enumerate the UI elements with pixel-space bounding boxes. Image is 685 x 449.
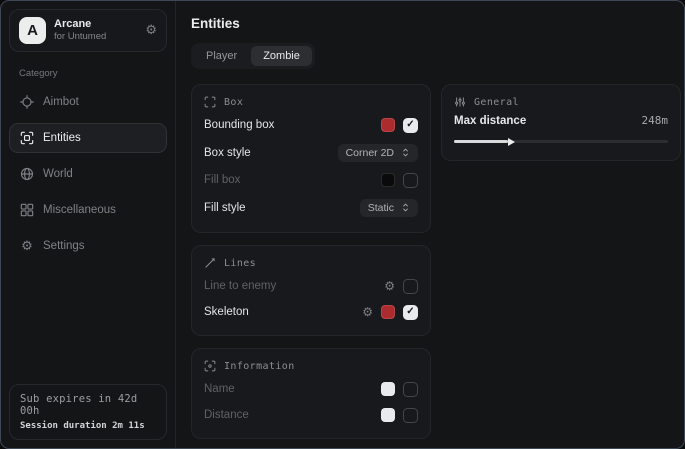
- card-title: Information: [224, 361, 295, 372]
- sidebar: A Arcane for Untumed ⚙ Category Aimbot E…: [1, 1, 176, 448]
- row-fill-style: Fill style Static: [204, 193, 418, 222]
- line-to-enemy-checkbox[interactable]: [403, 279, 418, 294]
- box-icon: [204, 96, 216, 108]
- information-card: Information Name Distance: [191, 348, 431, 439]
- general-card-header: General: [454, 96, 668, 108]
- row-label: Name: [204, 383, 235, 395]
- chevron-up-down-icon: [401, 147, 410, 158]
- tab-bar: Player Zombie: [191, 43, 315, 69]
- row-distance: Distance: [204, 402, 418, 428]
- left-column: Box Bounding box Box style Corne: [191, 84, 431, 439]
- box-card-header: Box: [204, 96, 418, 108]
- row-label: Bounding box: [204, 119, 274, 131]
- row-box-style: Box style Corner 2D: [204, 138, 418, 167]
- app-window: A Arcane for Untumed ⚙ Category Aimbot E…: [0, 0, 685, 449]
- slider-fill: [454, 140, 508, 143]
- color-swatch[interactable]: [381, 305, 395, 319]
- brand-card: A Arcane for Untumed ⚙: [9, 9, 167, 52]
- distance-checkbox[interactable]: [403, 408, 418, 423]
- brand-logo: A: [19, 17, 46, 44]
- tab-player[interactable]: Player: [194, 46, 249, 66]
- sliders-icon: [454, 96, 466, 108]
- gear-icon[interactable]: ⚙: [384, 280, 395, 292]
- sidebar-spacer: [9, 261, 167, 384]
- box-style-dropdown[interactable]: Corner 2D: [338, 144, 418, 162]
- color-swatch[interactable]: [381, 382, 395, 396]
- gear-icon[interactable]: ⚙: [362, 306, 373, 318]
- crosshair-icon: [20, 95, 34, 109]
- info-scan-icon: [204, 360, 216, 372]
- sidebar-item-label: Entities: [43, 132, 81, 144]
- right-column: General Max distance 248m: [441, 84, 681, 161]
- row-label: Line to enemy: [204, 280, 276, 292]
- sidebar-item-world[interactable]: World: [9, 159, 167, 189]
- card-title: Box: [224, 97, 243, 108]
- page-title: Entities: [191, 16, 681, 31]
- name-checkbox[interactable]: [403, 382, 418, 397]
- bounding-box-checkbox[interactable]: [403, 118, 418, 133]
- box-card: Box Bounding box Box style Corne: [191, 84, 431, 233]
- row-fill-box: Fill box: [204, 167, 418, 193]
- fill-style-dropdown[interactable]: Static: [360, 199, 418, 217]
- row-label: Box style: [204, 147, 251, 159]
- row-line-to-enemy: Line to enemy ⚙: [204, 273, 418, 299]
- row-label: Distance: [204, 409, 249, 421]
- skeleton-checkbox[interactable]: [403, 305, 418, 320]
- row-skeleton: Skeleton ⚙: [204, 299, 418, 325]
- max-distance-slider[interactable]: [454, 137, 668, 146]
- content-area: Box Bounding box Box style Corne: [191, 84, 681, 439]
- color-swatch[interactable]: [381, 173, 395, 187]
- session-duration-text: Session duration 2m 11s: [20, 421, 156, 431]
- brand-subtitle: for Untumed: [54, 31, 106, 43]
- row-label: Max distance: [454, 115, 526, 127]
- card-title: General: [474, 97, 519, 108]
- row-label: Fill style: [204, 202, 246, 214]
- general-card: General Max distance 248m: [441, 84, 681, 161]
- row-label: Skeleton: [204, 306, 249, 318]
- row-label: Fill box: [204, 174, 240, 186]
- card-title: Lines: [224, 258, 256, 269]
- subscription-card: Sub expires in 42d 00h Session duration …: [9, 384, 167, 440]
- lines-card-header: Lines: [204, 257, 418, 269]
- row-name: Name: [204, 376, 418, 402]
- dropdown-value: Corner 2D: [346, 147, 394, 159]
- sidebar-item-entities[interactable]: Entities: [9, 123, 167, 153]
- row-bounding-box: Bounding box: [204, 112, 418, 138]
- sidebar-item-settings[interactable]: ⚙ Settings: [9, 231, 167, 261]
- category-label: Category: [19, 68, 167, 79]
- sidebar-item-label: World: [43, 168, 73, 180]
- color-swatch[interactable]: [381, 118, 395, 132]
- sidebar-item-label: Aimbot: [43, 96, 79, 108]
- brand-name: Arcane: [54, 18, 106, 32]
- sidebar-item-aimbot[interactable]: Aimbot: [9, 87, 167, 117]
- sidebar-item-label: Settings: [43, 240, 85, 252]
- entity-scan-icon: [20, 131, 34, 145]
- sub-expiry-text: Sub expires in 42d 00h: [20, 393, 156, 417]
- chevron-up-down-icon: [401, 202, 410, 213]
- grid-icon: [20, 203, 34, 217]
- sidebar-item-miscellaneous[interactable]: Miscellaneous: [9, 195, 167, 225]
- row-max-distance: Max distance 248m: [454, 114, 668, 127]
- main-panel: Entities Player Zombie Box Bounding box: [176, 1, 685, 448]
- brand-text: Arcane for Untumed: [54, 18, 106, 44]
- sidebar-item-label: Miscellaneous: [43, 204, 116, 216]
- globe-icon: [20, 167, 34, 181]
- line-icon: [204, 257, 216, 269]
- tab-zombie[interactable]: Zombie: [251, 46, 312, 66]
- information-card-header: Information: [204, 360, 418, 372]
- max-distance-value: 248m: [642, 114, 669, 127]
- gear-icon: ⚙: [20, 239, 34, 253]
- lines-card: Lines Line to enemy ⚙ Skeleton ⚙: [191, 245, 431, 336]
- fill-box-checkbox[interactable]: [403, 173, 418, 188]
- dropdown-value: Static: [368, 202, 394, 214]
- settings-gear-icon[interactable]: ⚙: [145, 24, 157, 37]
- sidebar-nav: Aimbot Entities World Miscellaneous: [9, 87, 167, 261]
- slider-thumb[interactable]: [508, 138, 515, 146]
- color-swatch[interactable]: [381, 408, 395, 422]
